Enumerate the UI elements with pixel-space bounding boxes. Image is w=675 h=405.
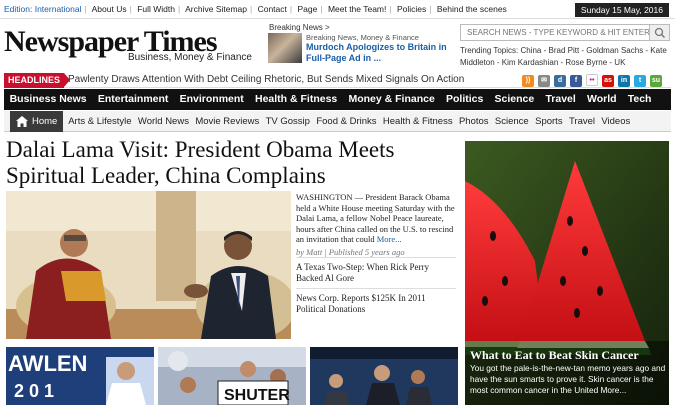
nav-science[interactable]: Science — [489, 89, 540, 110]
subnav-food-drinks[interactable]: Food & Drinks — [313, 111, 380, 132]
thumb1-sub: 2 0 1 — [14, 381, 54, 401]
top-link-archive[interactable]: Archive Sitemap — [185, 4, 247, 14]
search-icon — [654, 27, 666, 39]
linkedin-icon[interactable]: in — [618, 75, 630, 87]
breaking-news: Breaking News > Breaking News, Money & F… — [268, 23, 458, 67]
breaking-label: Breaking News > — [269, 23, 330, 32]
subnav-tv-gossip[interactable]: TV Gossip — [262, 111, 313, 132]
related-article[interactable]: News Corp. Reports $125K In 2011 Politic… — [296, 288, 456, 315]
article-photo[interactable] — [6, 191, 291, 339]
trending-topics[interactable]: Trending Topics: China - Brad Pitt - Gol… — [460, 45, 672, 69]
thumb-pawlenty-image: AWLEN 2 0 1 — [6, 347, 154, 405]
top-links: Edition: International | About Us | Full W… — [4, 4, 507, 14]
subnav-world-news[interactable]: World News — [135, 111, 192, 132]
top-link-behind[interactable]: Behind the scenes — [437, 4, 507, 14]
photo-meeting-illustration — [6, 191, 291, 339]
nav-world[interactable]: World — [581, 89, 622, 110]
rss-icon[interactable]: )) — [522, 75, 534, 87]
bottom-thumbnail[interactable]: SHUTER — [158, 347, 306, 405]
subnav-movie-reviews[interactable]: Movie Reviews — [192, 111, 262, 132]
related-article[interactable]: A Texas Two-Step: When Rick Perry Backed… — [296, 257, 456, 284]
flickr-icon[interactable]: •• — [586, 74, 598, 86]
nav-politics[interactable]: Politics — [440, 89, 489, 110]
nav-money-finance[interactable]: Money & Finance — [343, 89, 441, 110]
thumb1-text: AWLEN — [8, 351, 87, 376]
search-input[interactable] — [461, 25, 649, 40]
top-bar: Edition: International | About Us | Full W… — [0, 0, 675, 19]
thumb-protest-image: SHUTER — [158, 347, 306, 405]
social-icons: )) ✉ d f •• as in t su — [522, 74, 666, 87]
edition-link[interactable]: Edition: International — [4, 4, 82, 14]
breaking-title[interactable]: Murdoch Apologizes to Britain in Full-Pa… — [306, 42, 461, 64]
search-box — [460, 24, 670, 41]
breaking-categories[interactable]: Breaking News, Money & Finance — [306, 33, 419, 42]
top-link-about[interactable]: About Us — [92, 4, 127, 14]
ticker-headline[interactable]: Pawlenty Draws Attention With Debt Ceili… — [68, 74, 464, 85]
nav-business-news[interactable]: Business News — [4, 89, 92, 110]
twitter-icon[interactable]: t — [634, 75, 646, 87]
subnav-arts[interactable]: Arts & Lifestyle — [65, 111, 135, 132]
thumb-briefing-image — [310, 347, 458, 405]
top-link-full-width[interactable]: Full Width — [137, 4, 175, 14]
stumbleupon-icon[interactable]: su — [650, 75, 662, 87]
mail-icon[interactable]: ✉ — [538, 75, 550, 87]
top-link-team[interactable]: Meet the Team! — [328, 4, 386, 14]
subnav-sports[interactable]: Sports — [532, 111, 566, 132]
subnav-home[interactable]: Home — [10, 111, 64, 132]
site-tagline: Business, Money & Finance — [128, 52, 252, 63]
article-lede: WASHINGTON — President Barack Obama held… — [296, 192, 455, 244]
main-nav: Business News Entertainment Environment Hea… — [4, 89, 671, 110]
nav-tech[interactable]: Tech — [622, 89, 657, 110]
facebook-icon[interactable]: f — [570, 75, 582, 87]
sub-nav: Home Arts & Lifestyle World News Movie Rev… — [4, 111, 671, 132]
date-badge: Sunday 15 May, 2016 — [574, 3, 669, 17]
lastfm-icon[interactable]: as — [602, 75, 614, 87]
nav-health-fitness[interactable]: Health & Fitness — [249, 89, 342, 110]
nav-entertainment[interactable]: Entertainment — [92, 89, 174, 110]
feature-title[interactable]: What to Eat to Beat Skin Cancer — [470, 348, 639, 363]
article-headline[interactable]: Dalai Lama Visit: President Obama Meets … — [6, 137, 456, 189]
article-byline: by Matt | Published 5 years ago — [296, 246, 405, 257]
headlines-label: HEADLINES — [4, 73, 71, 88]
breaking-thumbnail[interactable] — [268, 33, 302, 63]
bottom-thumbnail[interactable]: AWLEN 2 0 1 — [6, 347, 154, 405]
nav-travel[interactable]: Travel — [540, 89, 582, 110]
subnav-videos[interactable]: Videos — [598, 111, 633, 132]
article-story: WASHINGTON — President Barack Obama held… — [296, 192, 458, 257]
feature-desc: You got the pale-is-the-new-tan memo yea… — [470, 363, 666, 395]
nav-environment[interactable]: Environment — [174, 89, 249, 110]
search-button[interactable] — [649, 25, 669, 40]
home-icon — [16, 116, 28, 127]
feature-card[interactable]: What to Eat to Beat Skin Cancer You got … — [465, 141, 669, 405]
subnav-health-fitness[interactable]: Health & Fitness — [380, 111, 456, 132]
thumb2-text: SHUTER — [224, 387, 290, 404]
top-link-page[interactable]: Page — [297, 4, 317, 14]
subnav-home-label: Home — [32, 116, 58, 127]
subnav-photos[interactable]: Photos — [456, 111, 492, 132]
top-link-policies[interactable]: Policies — [397, 4, 426, 14]
subnav-science[interactable]: Science — [492, 111, 532, 132]
subnav-travel[interactable]: Travel — [566, 111, 598, 132]
bottom-thumbnail[interactable] — [310, 347, 458, 405]
top-link-contact[interactable]: Contact — [258, 4, 287, 14]
digg-icon[interactable]: d — [554, 75, 566, 87]
article-more-link[interactable]: More... — [377, 234, 402, 244]
